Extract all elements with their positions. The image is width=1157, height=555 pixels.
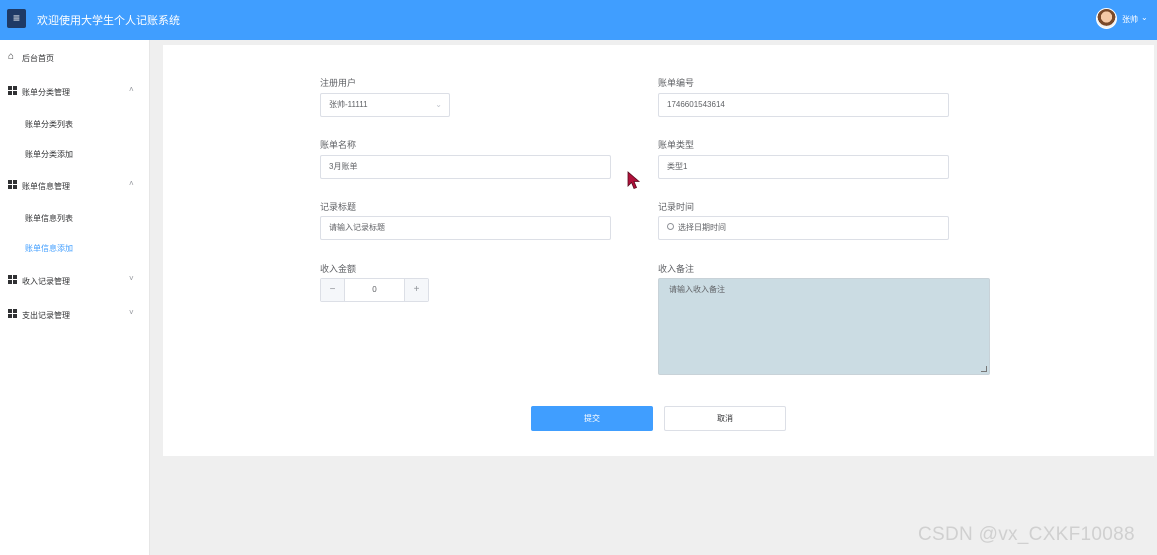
sidebar-group-label: 账单分类管理 bbox=[22, 88, 70, 97]
grid-icon bbox=[8, 86, 18, 96]
cursor-icon bbox=[627, 171, 641, 190]
amount-label: 收入金额 bbox=[320, 264, 357, 274]
sidebar-item-bill-category-add[interactable]: 账单分类添加 bbox=[25, 149, 73, 160]
user-label: 注册用户 bbox=[320, 78, 357, 88]
user-avatar[interactable] bbox=[1096, 8, 1117, 29]
sidebar-group-income[interactable]: 收入记录管理 ˅ bbox=[0, 272, 150, 290]
increment-button[interactable]: + bbox=[404, 279, 428, 301]
record-title-input[interactable]: 请输入记录标题 bbox=[320, 216, 611, 240]
sidebar-group-expense[interactable]: 支出记录管理 ˅ bbox=[0, 306, 150, 324]
submit-button[interactable]: 提交 bbox=[531, 406, 653, 431]
grid-icon bbox=[8, 180, 18, 190]
decrement-button[interactable]: − bbox=[321, 279, 345, 301]
sidebar-item-home[interactable]: ⌂ 后台首页 bbox=[0, 49, 150, 67]
chevron-up-icon: ˄ bbox=[129, 85, 134, 94]
sidebar: ⌂ 后台首页 账单分类管理 ˄ 账单分类列表 账单分类添加 账单信息管理 ˄ 账… bbox=[0, 40, 150, 555]
user-name[interactable]: 张帅 bbox=[1122, 14, 1138, 25]
cancel-button[interactable]: 取消 bbox=[664, 406, 786, 431]
chevron-up-icon: ˄ bbox=[129, 179, 134, 188]
sidebar-item-label: 后台首页 bbox=[22, 54, 54, 63]
home-icon: ⌂ bbox=[8, 51, 15, 62]
remark-placeholder: 请输入收入备注 bbox=[669, 285, 725, 294]
sidebar-group-bill-category[interactable]: 账单分类管理 ˄ bbox=[0, 83, 150, 101]
bill-no-field[interactable]: 1746601543614 bbox=[658, 93, 949, 117]
sidebar-item-bill-category-list[interactable]: 账单分类列表 bbox=[25, 119, 73, 130]
bill-no-label: 账单编号 bbox=[658, 78, 695, 88]
app-title: 欢迎使用大学生个人记账系统 bbox=[37, 15, 180, 27]
sidebar-group-label: 账单信息管理 bbox=[22, 182, 70, 191]
sidebar-group-bill-info[interactable]: 账单信息管理 ˄ bbox=[0, 177, 150, 195]
sidebar-item-bill-info-list[interactable]: 账单信息列表 bbox=[25, 213, 73, 224]
record-time-label: 记录时间 bbox=[658, 202, 695, 212]
chevron-down-icon: ˅ bbox=[129, 308, 134, 317]
sidebar-group-label: 支出记录管理 bbox=[22, 311, 70, 320]
record-time-picker[interactable]: 选择日期时间 bbox=[658, 216, 949, 240]
amount-value[interactable]: 0 bbox=[345, 279, 404, 301]
grid-icon bbox=[8, 309, 18, 319]
watermark: CSDN @vx_CXKF10088 bbox=[918, 524, 1135, 545]
chevron-down-icon: ⌄ bbox=[435, 100, 442, 109]
chevron-down-icon[interactable]: ⌄ bbox=[1141, 13, 1148, 22]
remark-textarea[interactable]: 请输入收入备注 bbox=[658, 278, 990, 375]
bill-name-label: 账单名称 bbox=[320, 140, 357, 150]
record-time-placeholder: 选择日期时间 bbox=[678, 223, 726, 232]
user-select[interactable]: 张帅-11111 ⌄ bbox=[320, 93, 450, 117]
user-select-value: 张帅-11111 bbox=[329, 100, 368, 109]
hamburger-icon[interactable]: ≡ bbox=[7, 9, 26, 28]
resize-handle-icon[interactable] bbox=[981, 366, 987, 372]
bill-name-field[interactable]: 3月账单 bbox=[320, 155, 611, 179]
record-title-label: 记录标题 bbox=[320, 202, 357, 212]
chevron-down-icon: ˅ bbox=[129, 274, 134, 283]
grid-icon bbox=[8, 275, 18, 285]
bill-type-label: 账单类型 bbox=[658, 140, 695, 150]
clock-icon bbox=[667, 223, 674, 231]
sidebar-group-label: 收入记录管理 bbox=[22, 277, 70, 286]
bill-type-field[interactable]: 类型1 bbox=[658, 155, 949, 179]
sidebar-item-bill-info-add[interactable]: 账单信息添加 bbox=[25, 243, 73, 254]
top-header: ≡ 欢迎使用大学生个人记账系统 张帅 ⌄ bbox=[0, 0, 1157, 40]
remark-label: 收入备注 bbox=[658, 264, 695, 274]
amount-stepper: − 0 + bbox=[320, 278, 429, 302]
